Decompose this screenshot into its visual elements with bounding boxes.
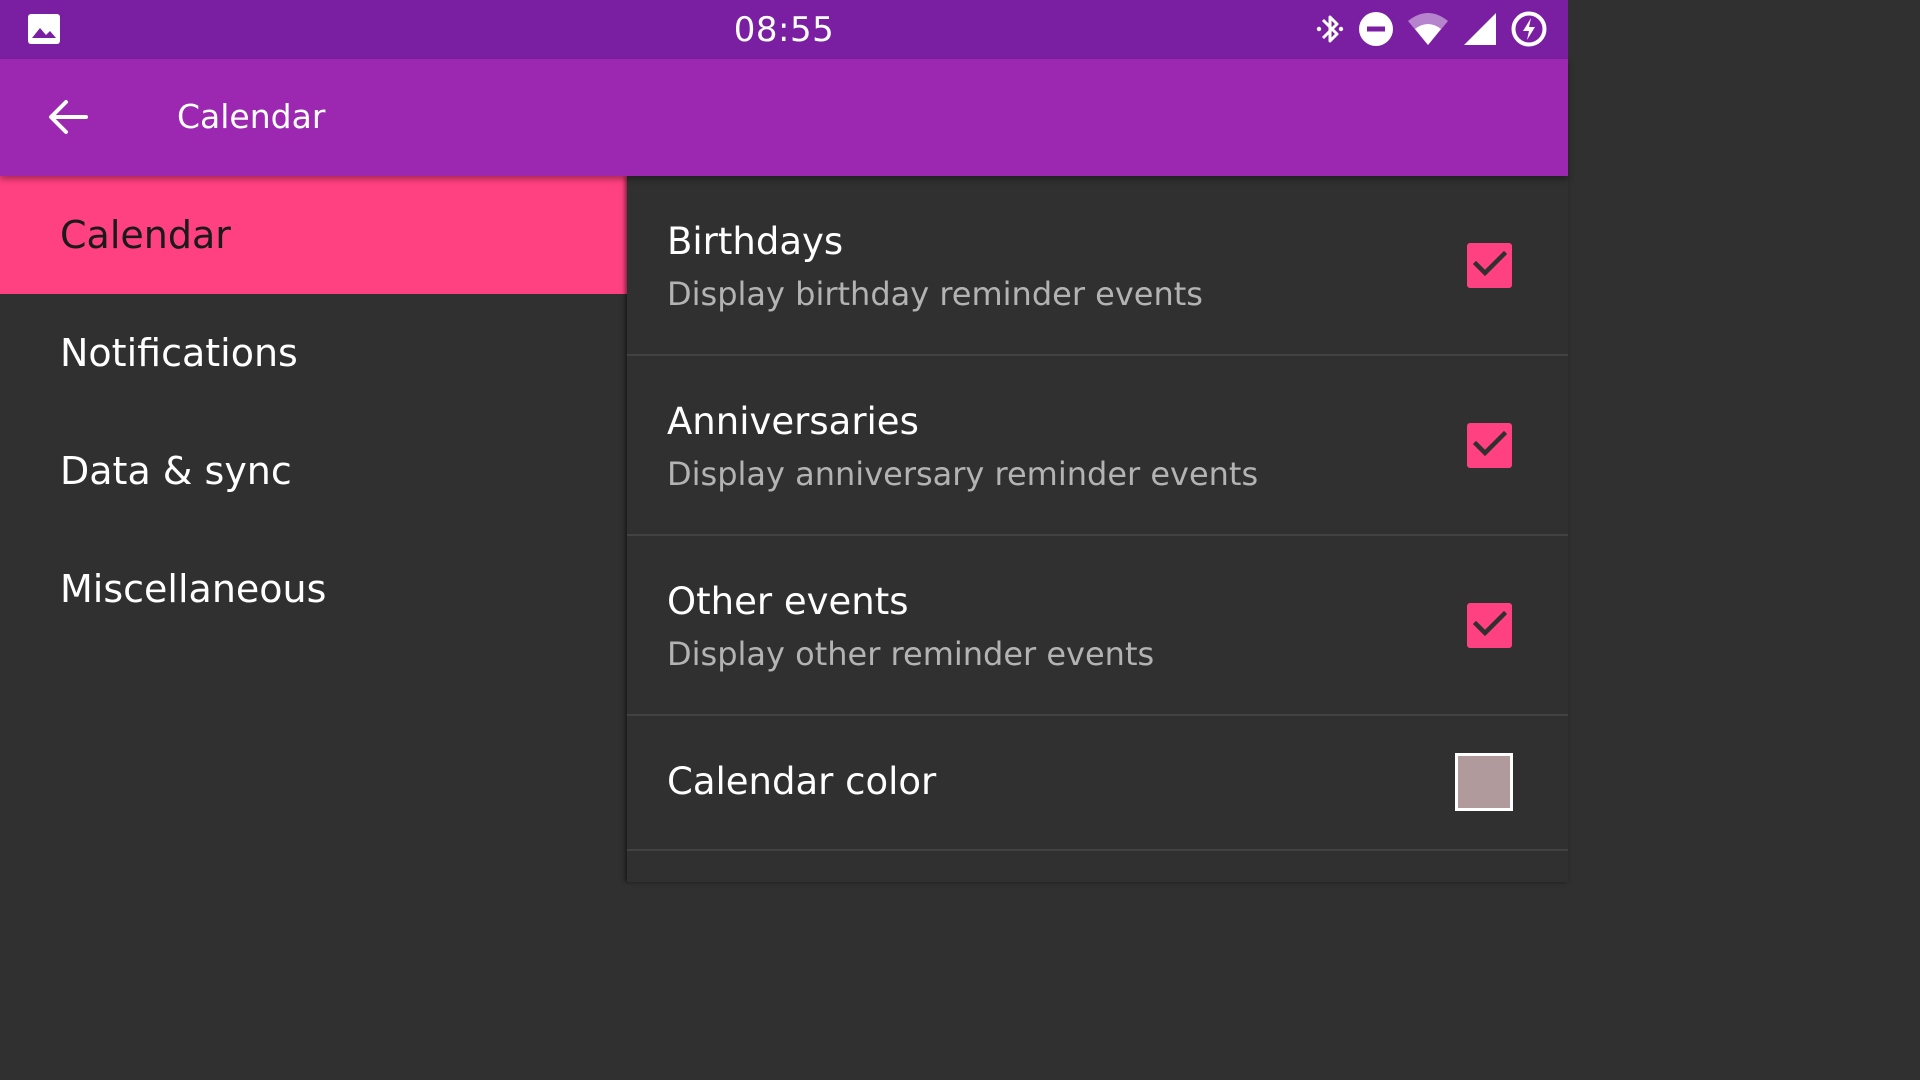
anniversaries-checkbox[interactable] bbox=[1467, 423, 1512, 468]
calendar-color-swatch[interactable] bbox=[1455, 753, 1513, 811]
status-icons bbox=[1314, 11, 1548, 47]
nav-item-notifications[interactable]: Notifications bbox=[0, 294, 627, 412]
pref-title: Calendar color bbox=[667, 760, 937, 803]
pref-calendar-color[interactable]: Calendar color bbox=[627, 716, 1568, 851]
wifi-icon bbox=[1406, 11, 1450, 47]
pref-title: Anniversaries bbox=[667, 400, 919, 443]
pref-title: Birthdays bbox=[667, 220, 844, 263]
check-icon bbox=[1472, 250, 1507, 282]
pref-birthdays[interactable]: Birthdays Display birthday reminder even… bbox=[627, 176, 1568, 356]
battery-saver-icon bbox=[1510, 10, 1548, 48]
nav-item-data-sync[interactable]: Data & sync bbox=[0, 412, 627, 530]
nav-item-label: Miscellaneous bbox=[60, 567, 327, 611]
pref-summary: Display other reminder events bbox=[667, 635, 1155, 673]
do-not-disturb-icon bbox=[1358, 11, 1394, 47]
nav-item-calendar[interactable]: Calendar bbox=[0, 176, 627, 294]
settings-nav: Calendar Notifications Data & sync Misce… bbox=[0, 176, 627, 882]
nav-item-label: Notifications bbox=[60, 331, 298, 375]
pref-anniversaries[interactable]: Anniversaries Display anniversary remind… bbox=[627, 356, 1568, 536]
pref-summary: Display birthday reminder events bbox=[667, 275, 1203, 313]
check-icon bbox=[1472, 430, 1507, 462]
signal-icon bbox=[1462, 11, 1498, 47]
check-icon bbox=[1472, 610, 1507, 642]
preferences-panel: Birthdays Display birthday reminder even… bbox=[627, 176, 1568, 882]
birthdays-checkbox[interactable] bbox=[1467, 243, 1512, 288]
other-events-checkbox[interactable] bbox=[1467, 603, 1512, 648]
status-bar: 08:55 bbox=[0, 0, 1568, 59]
toolbar-title: Calendar bbox=[177, 97, 326, 136]
back-button[interactable] bbox=[38, 89, 98, 149]
pref-other-events[interactable]: Other events Display other reminder even… bbox=[627, 536, 1568, 716]
pref-title: Other events bbox=[667, 580, 909, 623]
nav-item-label: Data & sync bbox=[60, 449, 292, 493]
app-toolbar: Calendar bbox=[0, 59, 1568, 176]
nav-item-miscellaneous[interactable]: Miscellaneous bbox=[0, 530, 627, 648]
nav-item-label: Calendar bbox=[60, 213, 231, 257]
bluetooth-icon bbox=[1314, 11, 1346, 47]
pref-summary: Display anniversary reminder events bbox=[667, 455, 1259, 493]
arrow-back-icon bbox=[46, 97, 90, 141]
